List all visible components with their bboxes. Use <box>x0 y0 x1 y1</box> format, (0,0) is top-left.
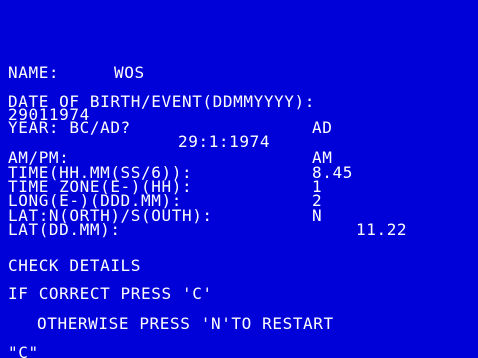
latitude-label: LAT(DD.MM): <box>8 220 121 239</box>
latitude-value: 11.22 <box>356 220 408 239</box>
era-value: AD <box>312 118 333 137</box>
check-details-prompt: CHECK DETAILS <box>8 256 142 275</box>
latitude-direction-value: N <box>312 206 323 225</box>
name-label: NAME: <box>8 63 60 82</box>
input-line[interactable]: "C" <box>8 345 39 358</box>
name-value: WOS <box>114 63 145 82</box>
era-label: YEAR: BC/AD? <box>8 118 131 137</box>
restart-prompt: OTHERWISE PRESS 'N'TO RESTART <box>37 314 334 333</box>
date-display: 29:1:1974 <box>178 132 271 151</box>
correct-prompt: IF CORRECT PRESS 'C' <box>8 284 213 303</box>
terminal-screen: NAME: WOS DATE OF BIRTH/EVENT(DDMMYYYY):… <box>0 0 478 358</box>
